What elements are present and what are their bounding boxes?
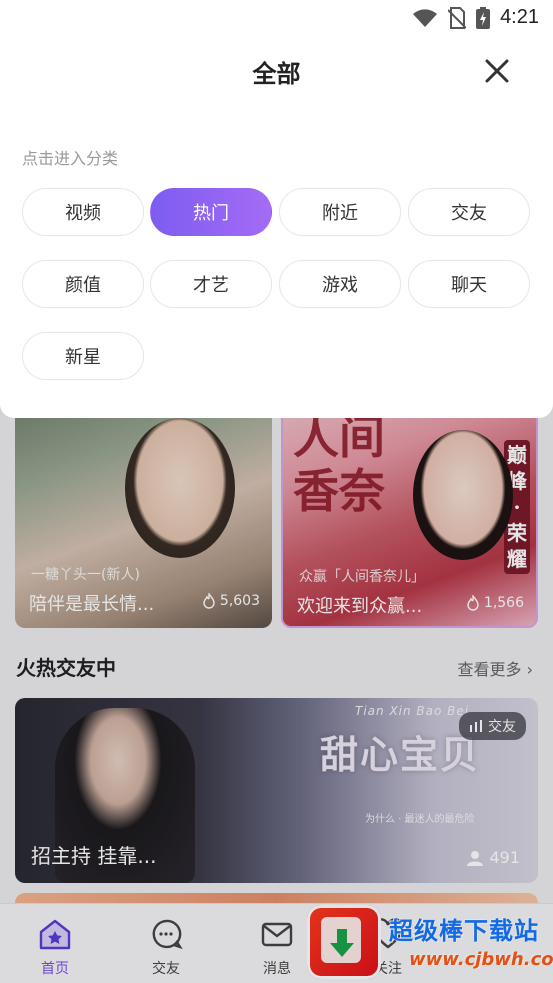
- sheet-title: 全部: [252, 60, 301, 88]
- battery-charging-icon: [476, 6, 491, 29]
- category-chip-selected[interactable]: 热门: [150, 188, 272, 236]
- no-sim-icon: [448, 6, 467, 29]
- wifi-icon: [413, 8, 438, 27]
- category-chip[interactable]: 颜值: [22, 260, 144, 308]
- category-chip[interactable]: 聊天: [408, 260, 530, 308]
- category-chip[interactable]: 游戏: [279, 260, 401, 308]
- category-chip[interactable]: 新星: [22, 332, 144, 380]
- category-hint: 点击进入分类: [22, 149, 119, 168]
- category-chip[interactable]: 才艺: [150, 260, 272, 308]
- category-chip[interactable]: 附近: [279, 188, 401, 236]
- close-icon: [485, 59, 509, 83]
- category-chip[interactable]: 视频: [22, 188, 144, 236]
- close-button[interactable]: [480, 54, 514, 88]
- category-sheet: 4:21 全部 点击进入分类 视频 热门 附近 交友 颜值 才艺 游戏 聊天 新…: [0, 0, 553, 418]
- status-bar: 4:21: [0, 0, 553, 36]
- category-chip[interactable]: 交友: [408, 188, 530, 236]
- clock: 4:21: [500, 6, 539, 28]
